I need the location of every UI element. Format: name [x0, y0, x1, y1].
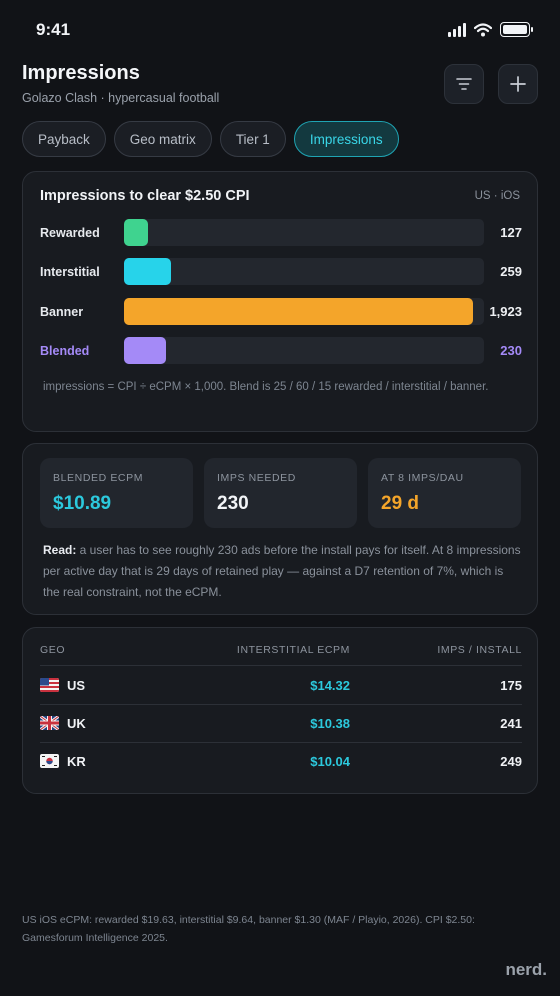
stat-label: BLENDED ECPM: [53, 472, 144, 484]
geo-name: KR: [67, 754, 86, 769]
table-header: GEO INTERSTITIAL ECPM IMPS / INSTALL: [40, 642, 522, 666]
geo-ecpm: $14.32: [310, 678, 350, 693]
bar-label: Interstitial: [40, 265, 100, 279]
geo-name: US: [67, 678, 86, 693]
us-flag-icon: [40, 678, 59, 692]
platform-tag: US · iOS: [474, 190, 520, 202]
impressions-card-title: Impressions to clear $2.50 CPI: [40, 188, 250, 204]
geo-imps: 175: [500, 678, 522, 693]
status-bar: 9:41: [0, 0, 560, 60]
tab-bar: Payback Geo matrix Tier 1 Impressions: [22, 121, 399, 157]
read-text: a user has to see roughly 230 ads before…: [43, 543, 521, 599]
add-button[interactable]: [498, 64, 538, 104]
table-row-uk[interactable]: UK $10.38 241: [40, 705, 522, 743]
source-footnote: US iOS eCPM: rewarded $19.63, interstiti…: [22, 914, 475, 944]
read-explanation: Read: a user has to see roughly 230 ads …: [43, 540, 521, 603]
geo-ecpm: $10.38: [310, 716, 350, 731]
cellular-signal-icon: [448, 22, 466, 37]
bar-row-rewarded: Rewarded 127: [40, 219, 522, 247]
bar-track: [124, 219, 484, 246]
uk-flag-icon: [40, 716, 59, 730]
header-imps-install: IMPS / INSTALL: [437, 644, 522, 656]
plus-icon: [510, 76, 526, 92]
bar-fill-interstitial: [124, 258, 171, 285]
wifi-icon: [474, 22, 492, 36]
filter-button[interactable]: [444, 64, 484, 104]
tab-payback[interactable]: Payback: [22, 121, 106, 157]
bar-fill-banner: [124, 298, 473, 325]
bar-fill-blended: [124, 337, 166, 364]
stat-value: 29 d: [381, 493, 420, 514]
bar-row-interstitial: Interstitial 259: [40, 258, 522, 286]
kr-flag-icon: [40, 754, 59, 768]
screen: 9:41 Impressions Golazo Clash · hypercas…: [0, 0, 560, 996]
bar-row-blended: Blended 230: [40, 337, 522, 365]
brand-logo: nerd.: [505, 960, 547, 979]
read-label: Read:: [43, 543, 77, 557]
bar-value: 1,923: [489, 304, 522, 319]
bar-label-blended: Blended: [40, 344, 90, 358]
impressions-card: Impressions to clear $2.50 CPI US · iOS …: [22, 171, 538, 432]
header-interstitial-ecpm: INTERSTITIAL ECPM: [236, 644, 350, 656]
tab-geo-matrix[interactable]: Geo matrix: [113, 121, 212, 157]
geo-table: GEO INTERSTITIAL ECPM IMPS / INSTALL US …: [22, 627, 538, 794]
bar-value: 259: [500, 264, 522, 279]
bar-track: [124, 298, 484, 325]
stat-value: 230: [217, 493, 249, 514]
status-time: 9:41: [36, 20, 71, 39]
tab-impressions[interactable]: Impressions: [293, 121, 399, 157]
bar-label: Banner: [40, 305, 84, 319]
formula-note: impressions = CPI ÷ eCPM × 1,000. Blend …: [43, 381, 489, 393]
bar-track: [124, 337, 484, 364]
stat-label: AT 8 IMPS/DAU: [381, 472, 464, 484]
geo-ecpm: $10.04: [310, 754, 350, 769]
battery-icon: [500, 22, 533, 37]
bar-row-banner: Banner 1,923: [40, 298, 522, 326]
table-row-us[interactable]: US $14.32 175: [40, 667, 522, 705]
bar-label: Rewarded: [40, 226, 100, 240]
bar-track: [124, 258, 484, 285]
tab-tier-1[interactable]: Tier 1: [219, 121, 286, 157]
header-geo: GEO: [40, 644, 66, 656]
bar-fill-rewarded: [124, 219, 148, 246]
summary-card: BLENDED ECPM $10.89 IMPS NEEDED 230 AT 8…: [22, 443, 538, 615]
stat-value: $10.89: [53, 493, 112, 514]
page-title: Impressions: [22, 62, 140, 84]
page-subtitle: Golazo Clash · hypercasual football: [22, 91, 220, 105]
geo-imps: 249: [500, 754, 522, 769]
stat-imps-needed: IMPS NEEDED 230: [204, 458, 357, 528]
geo-name: UK: [67, 716, 86, 731]
bar-value: 127: [500, 225, 522, 240]
status-icons: [448, 22, 533, 37]
stat-label: IMPS NEEDED: [217, 472, 296, 484]
filter-icon: [456, 78, 472, 90]
table-row-kr[interactable]: KR $10.04 249: [40, 743, 522, 781]
stat-blended-ecpm: BLENDED ECPM $10.89: [40, 458, 193, 528]
geo-imps: 241: [500, 716, 522, 731]
stat-days-to-payback: AT 8 IMPS/DAU 29 d: [368, 458, 521, 528]
bar-value-blended: 230: [500, 343, 522, 358]
